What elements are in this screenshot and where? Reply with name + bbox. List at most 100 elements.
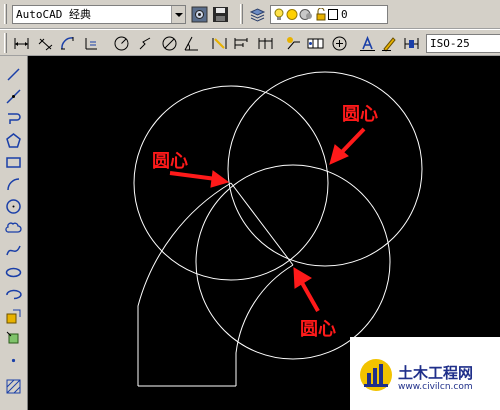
layer-manager-button[interactable] xyxy=(248,5,267,24)
quick-dimension-icon xyxy=(212,38,227,49)
linear-dimension-icon xyxy=(14,38,29,49)
angular-dimension-button[interactable] xyxy=(182,34,201,53)
center-label-right: 圆心 xyxy=(342,104,378,125)
toolbar-grip[interactable] xyxy=(4,4,7,24)
sun-icon xyxy=(286,9,298,20)
workspace-toolbar: AutoCAD 经典 0 xyxy=(0,0,500,29)
polygon-icon xyxy=(5,132,21,148)
gear-icon xyxy=(191,6,208,23)
chevron-down-icon[interactable] xyxy=(171,6,185,23)
jogged-icon xyxy=(139,37,151,50)
rectangle-icon xyxy=(5,156,21,168)
layers-icon xyxy=(249,8,266,22)
ordinate-icon xyxy=(85,38,97,50)
dimension-edit-button[interactable] xyxy=(358,34,377,53)
center-label-bottom: 圆心 xyxy=(300,319,336,340)
construction-line-icon xyxy=(5,88,21,104)
inner-arc xyxy=(235,264,294,386)
unlock-icon xyxy=(316,8,326,21)
spline-tool[interactable] xyxy=(2,240,24,260)
circle-bottom xyxy=(195,164,391,360)
watermark-url: www.civilcn.com xyxy=(398,382,473,392)
hatch-icon xyxy=(6,379,20,393)
ellipse-arc-tool[interactable] xyxy=(2,284,24,304)
baseline-icon xyxy=(234,38,248,49)
insert-block-tool[interactable] xyxy=(2,306,24,326)
aligned-dimension-button[interactable] xyxy=(36,34,55,53)
layer-dropdown[interactable]: 0 xyxy=(270,5,388,24)
arc-icon xyxy=(6,177,19,190)
continue-dimension-button[interactable] xyxy=(256,34,275,53)
center-mark-button[interactable] xyxy=(330,34,349,53)
ordinate-dimension-button[interactable] xyxy=(82,34,101,53)
diameter-dimension-button[interactable] xyxy=(160,34,179,53)
continue-icon xyxy=(258,38,273,49)
dimension-update-button[interactable] xyxy=(402,34,421,53)
workspace-dropdown[interactable]: AutoCAD 经典 xyxy=(12,5,186,24)
polyline-tool[interactable] xyxy=(2,108,24,128)
toolbar-grip[interactable] xyxy=(4,33,7,53)
arrow-shaft-bottom xyxy=(299,280,320,312)
outer-arc xyxy=(137,182,232,386)
circle-right xyxy=(227,71,423,267)
ellipse-arc-icon xyxy=(5,289,22,299)
viewport-freeze-icon xyxy=(299,9,312,20)
layer-color-swatch xyxy=(328,9,338,20)
line-icon xyxy=(6,67,20,81)
center-label-left: 圆心 xyxy=(152,151,188,172)
workspace-settings-button[interactable] xyxy=(190,5,209,24)
toolbar-grip[interactable] xyxy=(240,4,243,24)
center-mark-icon xyxy=(332,36,347,51)
workspace-value: AutoCAD 经典 xyxy=(16,8,91,21)
make-block-tool[interactable] xyxy=(2,328,24,348)
tolerance-button[interactable] xyxy=(306,34,325,53)
point-icon xyxy=(11,358,15,362)
arc-tool[interactable] xyxy=(2,174,24,194)
revision-cloud-tool[interactable] xyxy=(2,218,24,238)
arrow-shaft-right xyxy=(338,127,366,156)
arc-length-button[interactable] xyxy=(58,34,77,53)
arc-length-icon xyxy=(61,37,74,50)
tolerance-icon xyxy=(307,38,324,49)
insert-block-icon xyxy=(6,309,20,323)
aligned-dimension-icon xyxy=(38,38,53,51)
arrowhead-left xyxy=(210,170,230,188)
dimension-toolbar: ISO-25 xyxy=(0,29,500,56)
line-tool[interactable] xyxy=(2,64,24,84)
polygon-tool[interactable] xyxy=(2,130,24,150)
leader-icon xyxy=(287,37,300,50)
watermark: 土木工程网 www.civilcn.com xyxy=(350,337,500,410)
quick-leader-button[interactable] xyxy=(284,34,303,53)
hatch-tool[interactable] xyxy=(2,376,24,396)
arrow-shaft-left xyxy=(169,171,217,181)
spline-icon xyxy=(5,245,21,255)
ellipse-icon xyxy=(5,267,21,277)
circle-icon xyxy=(5,198,21,214)
angular-icon xyxy=(184,36,198,51)
dimension-style-dropdown[interactable]: ISO-25 xyxy=(426,34,500,53)
rectangle-tool[interactable] xyxy=(2,152,24,172)
connector-line xyxy=(230,182,294,266)
dimension-text-edit-button[interactable] xyxy=(380,34,399,53)
layer-value: 0 xyxy=(341,8,348,21)
point-tool[interactable] xyxy=(2,350,24,370)
pencil-icon xyxy=(382,37,396,52)
jogged-dimension-button[interactable] xyxy=(136,34,155,53)
dimstyle-value: ISO-25 xyxy=(430,37,470,50)
quick-dimension-button[interactable] xyxy=(210,34,229,53)
radius-dimension-button[interactable] xyxy=(112,34,131,53)
revision-cloud-icon xyxy=(4,221,22,233)
construction-line-tool[interactable] xyxy=(2,86,24,106)
draw-toolbar xyxy=(0,56,28,410)
site-logo xyxy=(360,359,392,391)
make-block-icon xyxy=(6,331,18,343)
linear-dimension-button[interactable] xyxy=(12,34,31,53)
lightbulb-icon xyxy=(274,8,284,20)
save-workspace-button[interactable] xyxy=(211,5,230,24)
baseline-dimension-button[interactable] xyxy=(232,34,251,53)
dimension-update-icon xyxy=(404,38,419,49)
circle-tool[interactable] xyxy=(2,196,24,216)
save-icon xyxy=(213,7,228,22)
dimension-edit-icon xyxy=(360,35,375,51)
ellipse-tool[interactable] xyxy=(2,262,24,282)
